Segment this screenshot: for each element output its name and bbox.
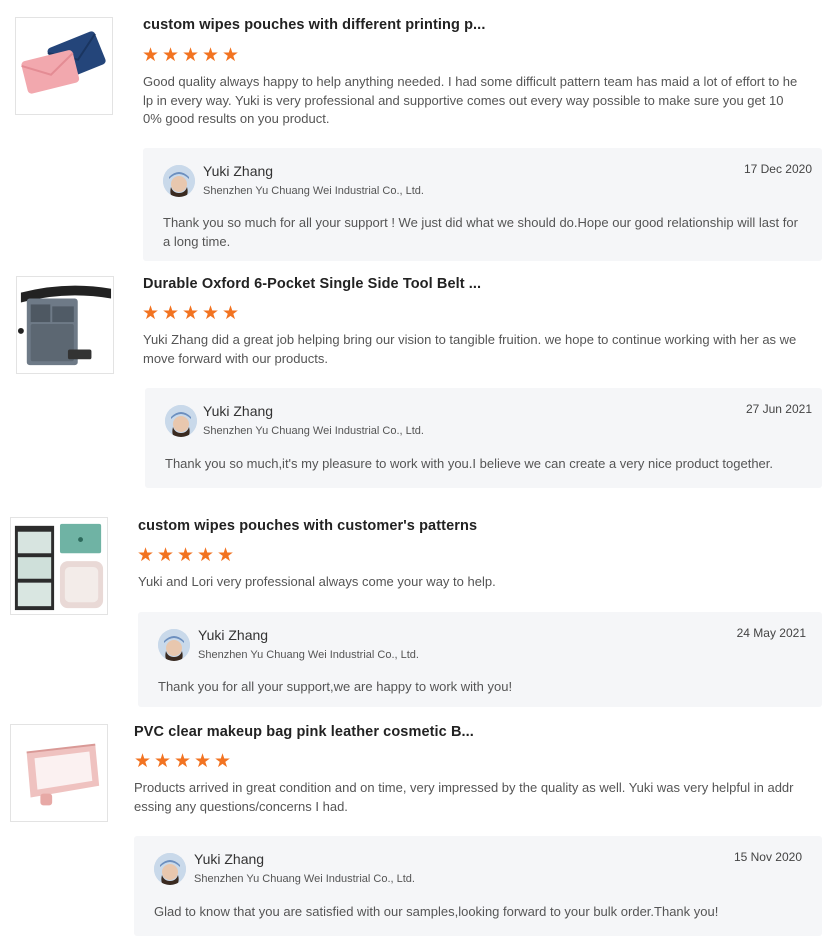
seller-reply: Yuki Zhang Shenzhen Yu Chuang Wei Indust… (143, 148, 822, 261)
star-icon: ★ (197, 545, 215, 566)
review-text: Yuki and Lori very professional always c… (138, 574, 496, 589)
star-icon: ★ (177, 545, 195, 566)
star-icon: ★ (134, 751, 152, 772)
user-avatar (163, 165, 195, 197)
review-item: PVC clear makeup bag pink leather cosmet… (0, 715, 832, 952)
reply-author-name: Yuki Zhang (198, 627, 269, 643)
user-avatar (158, 629, 190, 661)
star-icon: ★ (214, 751, 232, 772)
tool-belt-image (17, 277, 113, 373)
review-text: Yuki Zhang did a great job helping bring… (143, 332, 797, 366)
rating-stars: ★ ★ ★ ★ ★ (142, 303, 240, 324)
reply-text: Thank you so much,it's my pleasure to wo… (165, 456, 774, 471)
seller-reply: Yuki Zhang Shenzhen Yu Chuang Wei Indust… (145, 388, 822, 488)
product-thumbnail[interactable] (15, 17, 113, 115)
reply-company: Shenzhen Yu Chuang Wei Industrial Co., L… (203, 425, 424, 437)
reply-date: 17 Dec 2020 (743, 162, 812, 176)
product-title[interactable]: custom wipes pouches with customer's pat… (138, 518, 477, 534)
product-title[interactable]: Durable Oxford 6-Pocket Single Side Tool… (143, 276, 481, 292)
star-icon: ★ (142, 303, 160, 324)
rating-stars: ★ ★ ★ ★ ★ (134, 751, 232, 772)
review-item: custom wipes pouches with different prin… (0, 0, 832, 265)
review-item: Durable Oxford 6-Pocket Single Side Tool… (0, 265, 832, 495)
star-icon: ★ (202, 303, 220, 324)
star-icon: ★ (162, 303, 180, 324)
product-thumbnail[interactable] (10, 517, 108, 615)
reply-text: Thank you for all your support,we are ha… (158, 679, 513, 694)
star-icon: ★ (222, 45, 240, 66)
review-item: custom wipes pouches with customer's pat… (0, 495, 832, 715)
reply-date: 15 Nov 2020 (733, 850, 802, 864)
reply-date: 24 May 2021 (736, 626, 806, 640)
star-icon: ★ (174, 751, 192, 772)
star-icon: ★ (202, 45, 220, 66)
product-thumbnail[interactable] (16, 276, 114, 374)
reply-author-name: Yuki Zhang (194, 851, 265, 867)
reply-text: Glad to know that you are satisfied with… (154, 904, 719, 919)
star-icon: ★ (137, 545, 155, 566)
review-text: Good quality always happy to help anythi… (143, 74, 798, 126)
star-icon: ★ (154, 751, 172, 772)
review-text: Products arrived in great condition and … (134, 780, 794, 814)
star-icon: ★ (157, 545, 175, 566)
product-title[interactable]: custom wipes pouches with different prin… (143, 17, 485, 33)
seller-reply: Yuki Zhang Shenzhen Yu Chuang Wei Indust… (138, 612, 822, 707)
reply-author-name: Yuki Zhang (203, 163, 274, 179)
wipes-pouch-image (11, 518, 107, 614)
seller-reply: Yuki Zhang Shenzhen Yu Chuang Wei Indust… (134, 836, 822, 936)
reply-company: Shenzhen Yu Chuang Wei Industrial Co., L… (198, 649, 419, 661)
user-avatar (165, 405, 197, 437)
rating-stars: ★ ★ ★ ★ ★ (142, 45, 240, 66)
reply-company: Shenzhen Yu Chuang Wei Industrial Co., L… (203, 185, 424, 197)
product-title[interactable]: PVC clear makeup bag pink leather cosmet… (134, 724, 474, 740)
makeup-bag-image (11, 725, 107, 821)
reply-date: 27 Jun 2021 (745, 402, 812, 416)
product-thumbnail[interactable] (10, 724, 108, 822)
star-icon: ★ (142, 45, 160, 66)
rating-stars: ★ ★ ★ ★ ★ (137, 545, 235, 566)
reply-company: Shenzhen Yu Chuang Wei Industrial Co., L… (194, 873, 415, 885)
user-avatar (154, 853, 186, 885)
star-icon: ★ (182, 303, 200, 324)
wallet-image (16, 18, 112, 114)
star-icon: ★ (222, 303, 240, 324)
star-icon: ★ (194, 751, 212, 772)
reply-text: Thank you so much for all your support !… (163, 215, 798, 249)
star-icon: ★ (182, 45, 200, 66)
reply-author-name: Yuki Zhang (203, 403, 274, 419)
star-icon: ★ (217, 545, 235, 566)
star-icon: ★ (162, 45, 180, 66)
